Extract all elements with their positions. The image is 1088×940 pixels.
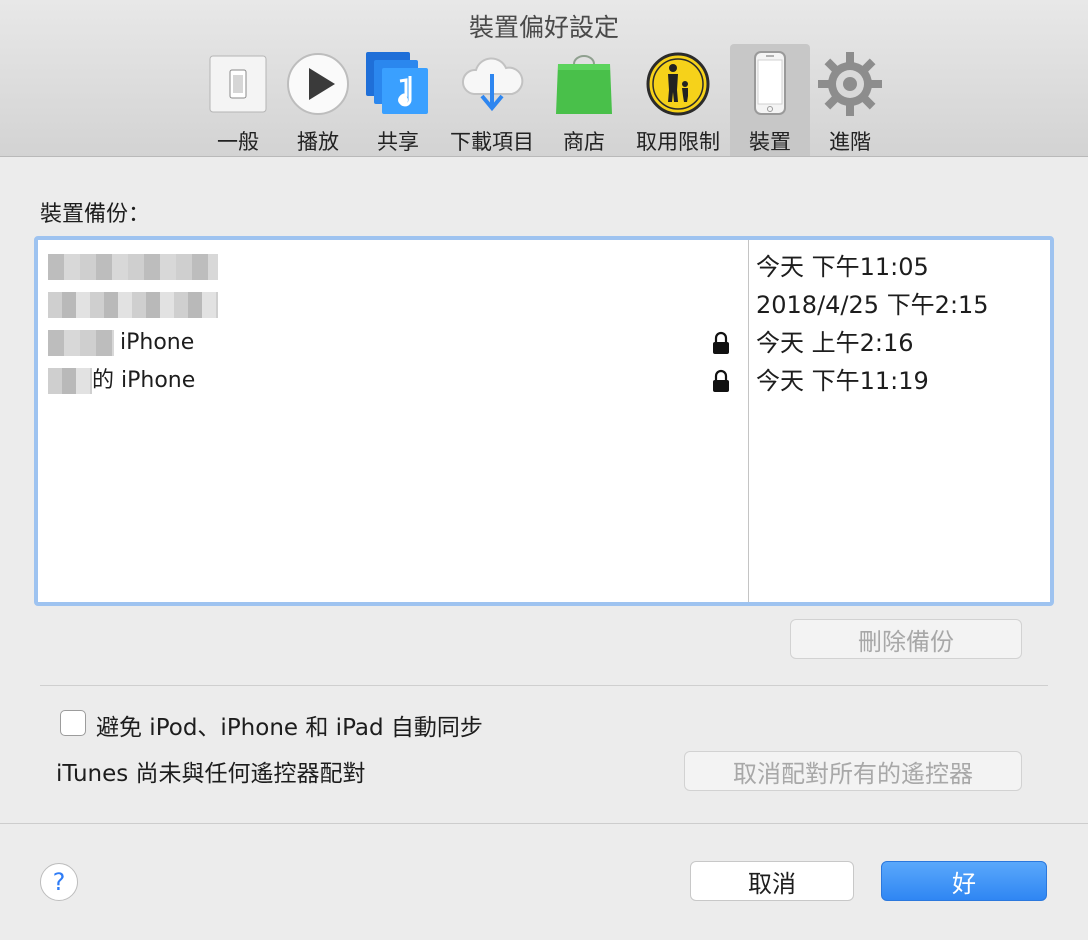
unpair-remotes-button[interactable]: 取消配對所有的遙控器	[684, 751, 1022, 791]
tab-restrictions[interactable]: 取用限制	[630, 44, 726, 156]
backups-section-label: 裝置備份：	[40, 202, 151, 227]
prevent-sync-checkbox[interactable]	[60, 710, 86, 736]
redacted-name	[48, 254, 218, 280]
preferences-toolbar: 裝置偏好設定 一般 播放 共享 下載項目 商店 取用限制 裝置 進階	[0, 0, 1088, 157]
redacted-name	[48, 292, 218, 318]
tab-sharing[interactable]: 共享	[364, 44, 432, 156]
prevent-sync-label: 避免 iPod、iPhone 和 iPad 自動同步	[96, 715, 483, 741]
table-row-date: 2018/4/25 下午2:15	[756, 291, 989, 319]
table-row-date: 今天 上午2:16	[756, 329, 914, 357]
lock-icon	[710, 362, 732, 400]
parental-controls-icon	[644, 50, 712, 118]
window-title: 裝置偏好設定	[468, 13, 619, 42]
ok-button[interactable]: 好	[881, 861, 1047, 901]
table-row-name[interactable]: iPhone	[48, 324, 194, 362]
play-icon	[284, 50, 352, 118]
music-note-icon	[364, 50, 432, 118]
tab-store[interactable]: 商店	[550, 44, 618, 156]
tab-devices[interactable]: 裝置	[730, 44, 810, 156]
gear-icon	[816, 50, 884, 118]
tab-advanced[interactable]: 進階	[816, 44, 884, 156]
redacted-name	[48, 368, 92, 394]
switch-icon	[204, 50, 272, 118]
shopping-bag-icon	[550, 50, 618, 118]
redacted-name	[48, 330, 114, 356]
table-row-name[interactable]	[48, 286, 218, 324]
backups-table[interactable]: 今天 下午11:05 2018/4/25 下午2:15 iPhone 今天 上午…	[34, 236, 1054, 606]
cancel-button[interactable]: 取消	[690, 861, 854, 901]
cloud-download-icon	[458, 50, 526, 118]
lock-icon	[710, 324, 732, 362]
tab-general[interactable]: 一般	[204, 44, 272, 156]
section-divider	[40, 685, 1048, 686]
column-divider	[748, 240, 749, 602]
tab-playback[interactable]: 播放	[284, 44, 352, 156]
table-row-date: 今天 下午11:19	[756, 367, 929, 395]
help-button[interactable]: ?	[40, 863, 78, 901]
iphone-icon	[736, 50, 804, 118]
footer-divider	[0, 823, 1088, 824]
table-row-name[interactable]	[48, 248, 218, 286]
tab-downloads[interactable]: 下載項目	[444, 44, 540, 156]
remote-status-text: iTunes 尚未與任何遙控器配對	[56, 761, 366, 787]
preferences-window: 裝置偏好設定 一般 播放 共享 下載項目 商店 取用限制 裝置 進階 裝置備份：…	[0, 0, 1088, 940]
table-row-date: 今天 下午11:05	[756, 253, 929, 281]
table-row-name[interactable]: 的 iPhone	[48, 362, 195, 400]
delete-backup-button[interactable]: 刪除備份	[790, 619, 1022, 659]
